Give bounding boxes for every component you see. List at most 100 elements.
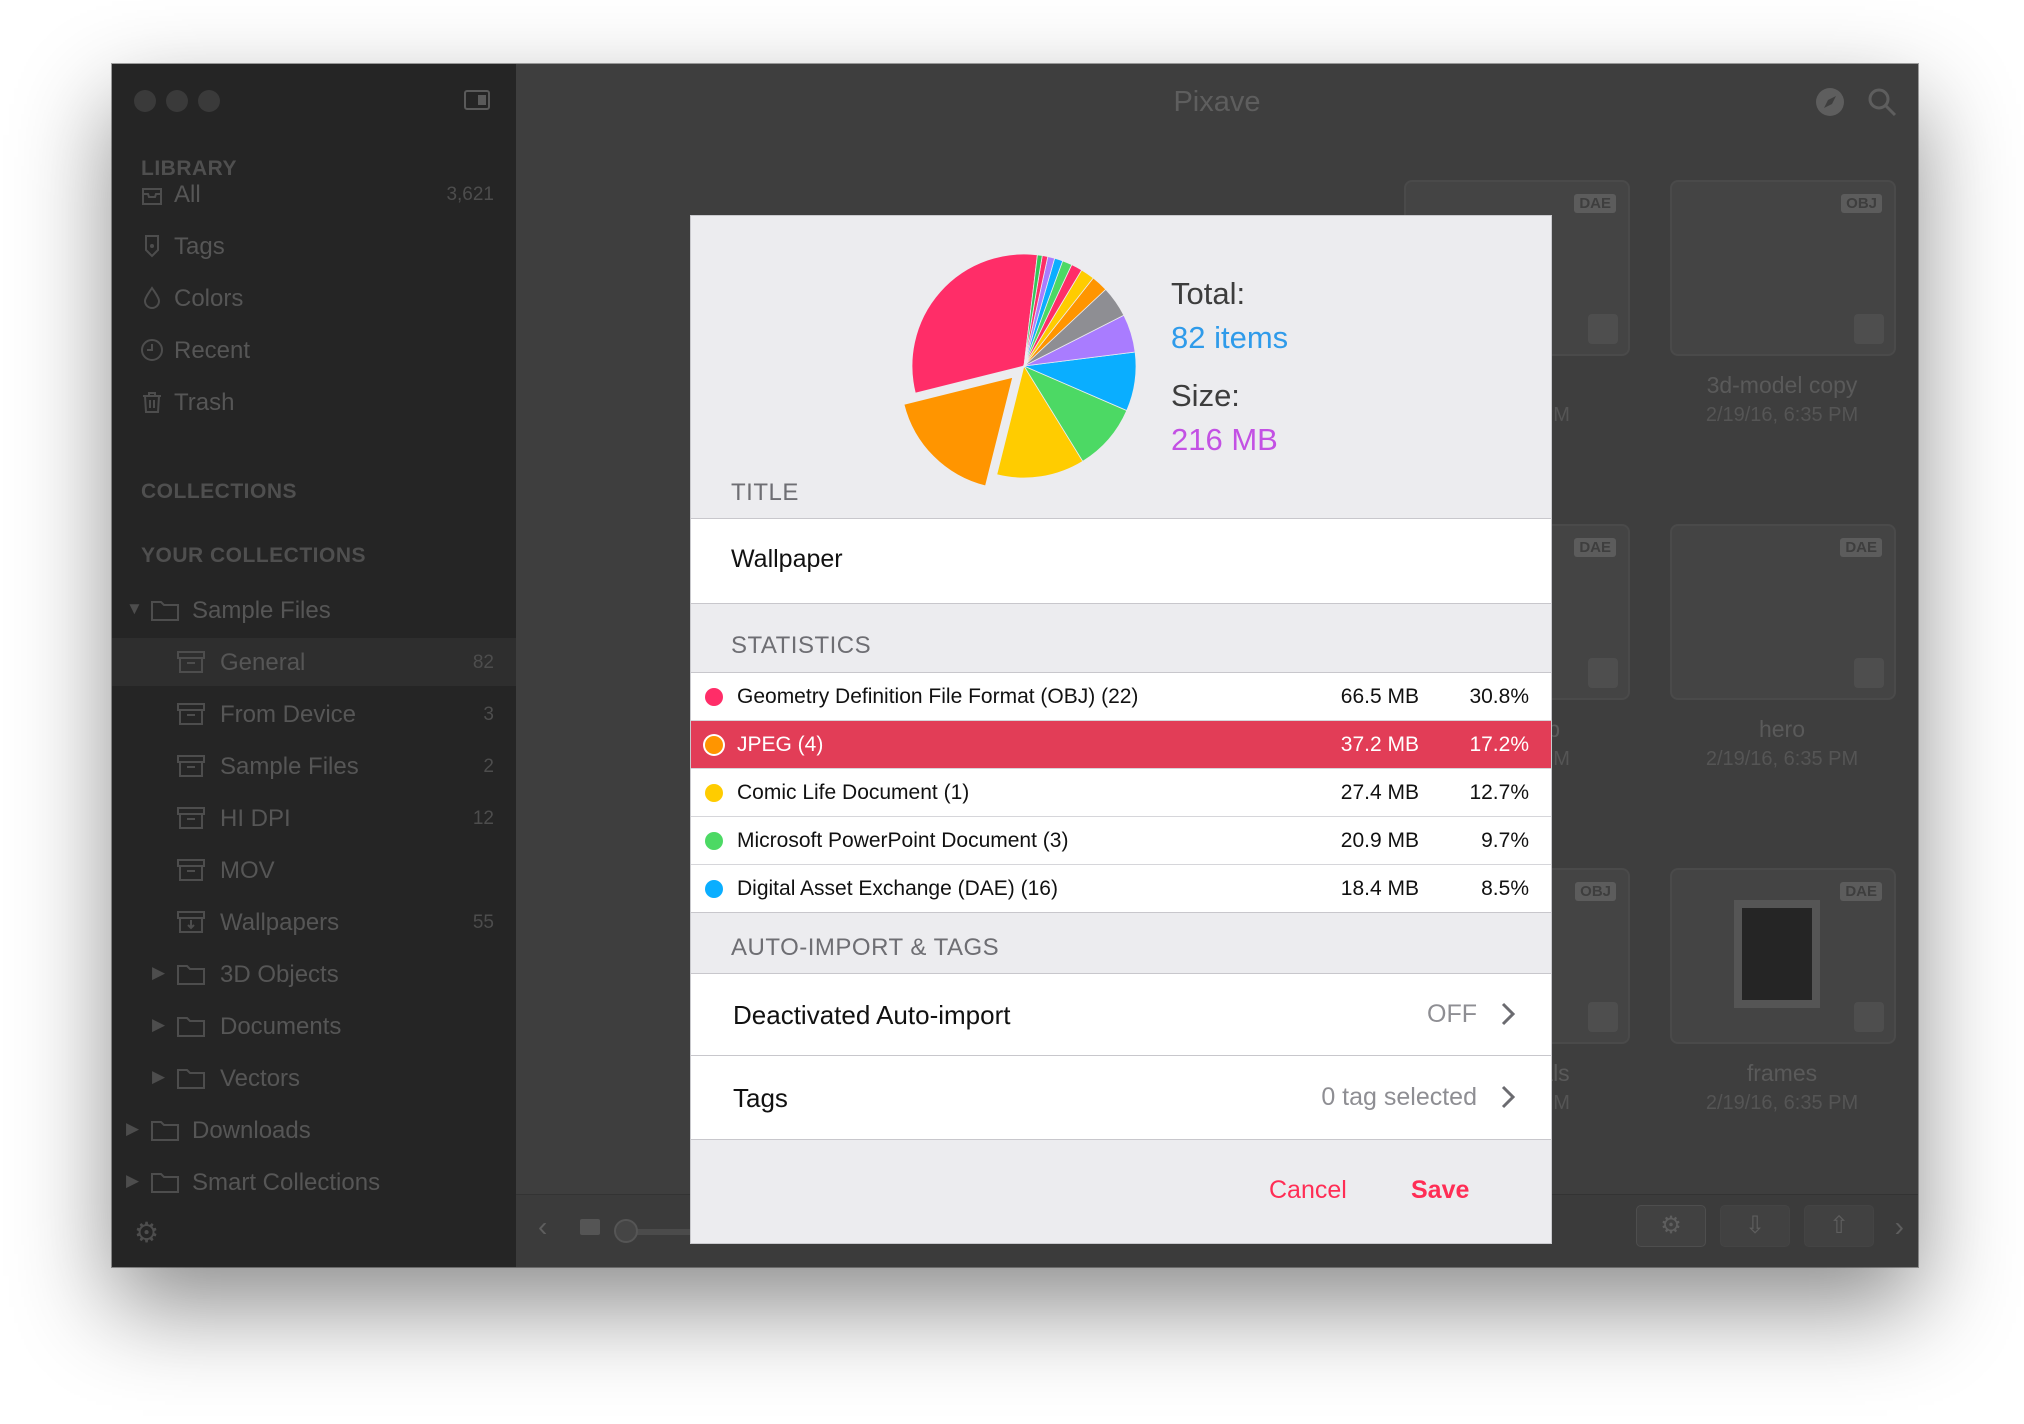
- sidebar-item-general[interactable]: General 82: [112, 638, 516, 686]
- statistic-percent: 9.7%: [1481, 829, 1529, 852]
- sidebar-item-mov[interactable]: MOV: [112, 846, 516, 894]
- grid-item-date: 2/19/16, 6:35 PM: [1705, 748, 1859, 770]
- sidebar-item-trash[interactable]: Trash: [112, 378, 516, 426]
- pie-slice: [903, 376, 1014, 486]
- disclosure-closed-icon[interactable]: ▶: [152, 1015, 165, 1035]
- sidebar-item-count: 82: [472, 652, 494, 673]
- disclosure-closed-icon[interactable]: ▶: [126, 1119, 139, 1139]
- sidebar-item-smart-collections[interactable]: ▶ Smart Collections: [112, 1158, 516, 1206]
- folder-icon: [177, 1069, 205, 1089]
- compass-icon[interactable]: [1814, 86, 1846, 118]
- file-type-badge: DAE: [1840, 882, 1882, 901]
- grid-item-name: hero: [1758, 716, 1806, 742]
- minimize-window-button[interactable]: [166, 90, 188, 112]
- sidebar-item-label: Recent: [174, 337, 251, 364]
- trash-icon[interactable]: [1588, 658, 1618, 688]
- statistics-row[interactable]: Comic Life Document (1) 27.4 MB 12.7%: [691, 769, 1551, 817]
- statistics-list: Geometry Definition File Format (OBJ) (2…: [691, 672, 1551, 913]
- sidebar-item-documents[interactable]: ▶ Documents: [112, 1002, 516, 1050]
- sidebar-item-all[interactable]: All 3,621: [112, 170, 516, 218]
- close-window-button[interactable]: [134, 90, 156, 112]
- title-section-header: TITLE: [731, 479, 799, 506]
- grid-item-thumbnail[interactable]: DAE: [1670, 524, 1896, 700]
- disclosure-open-icon[interactable]: ▼: [126, 599, 143, 619]
- sidebar-toggle-icon[interactable]: [464, 90, 490, 110]
- sidebar-item-wallpapers[interactable]: Wallpapers 55: [112, 898, 516, 946]
- grid-item-thumbnail[interactable]: DAE: [1670, 868, 1896, 1044]
- statistic-size: 37.2 MB: [1340, 733, 1419, 756]
- folder-icon: [177, 965, 205, 985]
- statistic-percent: 12.7%: [1469, 781, 1529, 804]
- auto-import-row[interactable]: Deactivated Auto-import OFF: [691, 974, 1551, 1056]
- disclosure-closed-icon[interactable]: ▶: [152, 963, 165, 983]
- chevron-right-icon: [1501, 1085, 1516, 1109]
- gear-icon[interactable]: ⚙: [134, 1216, 159, 1249]
- sidebar-item-count: 55: [472, 912, 494, 933]
- sidebar-item-hi-dpi[interactable]: HI DPI 12: [112, 794, 516, 842]
- chevron-right-icon: [1501, 1002, 1516, 1026]
- statistic-name: Digital Asset Exchange (DAE) (16): [737, 877, 1058, 900]
- sidebar-item-label: General: [220, 649, 306, 676]
- tags-label: Tags: [733, 1083, 788, 1113]
- statistics-row[interactable]: Microsoft PowerPoint Document (3) 20.9 M…: [691, 817, 1551, 865]
- statistics-row[interactable]: Digital Asset Exchange (DAE) (16) 18.4 M…: [691, 865, 1551, 913]
- trash-icon[interactable]: [1854, 1002, 1884, 1032]
- sidebar-item-count: 2: [483, 756, 494, 777]
- sidebar-item-label: MOV: [220, 857, 275, 884]
- search-icon[interactable]: [1866, 86, 1898, 118]
- file-type-badge: DAE: [1840, 538, 1882, 557]
- save-button[interactable]: Save: [1411, 1176, 1469, 1205]
- tags-value: 0 tag selected: [1321, 1083, 1477, 1111]
- sidebar-item-vectors[interactable]: ▶ Vectors: [112, 1054, 516, 1102]
- title-field[interactable]: Wallpaper: [691, 518, 1551, 604]
- folder-icon: [151, 1173, 179, 1193]
- disclosure-closed-icon[interactable]: ▶: [126, 1171, 139, 1191]
- gear-icon: ⚙: [1660, 1212, 1682, 1239]
- statistics-row-selected[interactable]: JPEG (4) 37.2 MB 17.2%: [691, 721, 1551, 769]
- settings-button[interactable]: ⚙: [1636, 1205, 1706, 1247]
- trash-icon[interactable]: [1588, 314, 1618, 344]
- your-collections-heading: YOUR COLLECTIONS: [141, 544, 367, 567]
- grid-item-name: frames: [1746, 1060, 1818, 1086]
- auto-import-section-header: AUTO-IMPORT & TAGS: [731, 934, 1000, 961]
- sidebar-item-downloads[interactable]: ▶ Downloads: [112, 1106, 516, 1154]
- auto-import-group: Deactivated Auto-import OFF Tags 0 tag s…: [691, 973, 1551, 1140]
- share-button[interactable]: ⇧: [1804, 1205, 1874, 1247]
- zoom-window-button[interactable]: [198, 90, 220, 112]
- sidebar-item-sample-files-child[interactable]: Sample Files 2: [112, 742, 516, 790]
- chevron-right-icon[interactable]: ›: [1895, 1211, 1904, 1243]
- sidebar-item-from-device[interactable]: From Device 3: [112, 690, 516, 738]
- sidebar-item-sample-files[interactable]: ▼ Sample Files: [112, 586, 516, 634]
- sidebar-item-recent[interactable]: Recent: [112, 326, 516, 374]
- sidebar-item-label: Trash: [174, 389, 235, 416]
- sidebar-item-label: Sample Files: [192, 597, 331, 624]
- sidebar-item-label: 3D Objects: [220, 961, 339, 988]
- disclosure-closed-icon[interactable]: ▶: [152, 1067, 165, 1087]
- statistics-row[interactable]: Geometry Definition File Format (OBJ) (2…: [691, 673, 1551, 721]
- folder-icon: [151, 601, 179, 621]
- archive-box-icon: [177, 859, 205, 881]
- sidebar-item-tags[interactable]: Tags: [112, 222, 516, 270]
- statistic-name: Comic Life Document (1): [737, 781, 970, 804]
- sidebar-item-3d-objects[interactable]: ▶ 3D Objects: [112, 950, 516, 998]
- statistic-size: 18.4 MB: [1340, 877, 1419, 900]
- sidebar-item-label: Colors: [174, 285, 244, 312]
- sidebar-item-colors[interactable]: Colors: [112, 274, 516, 322]
- frame-preview: [1734, 900, 1820, 1008]
- statistic-percent: 30.8%: [1469, 685, 1529, 708]
- file-type-badge: OBJ: [1575, 882, 1616, 901]
- file-type-badge: DAE: [1574, 194, 1616, 213]
- archive-box-icon: [177, 807, 205, 829]
- legend-dot: [705, 688, 723, 706]
- trash-icon[interactable]: [1588, 1002, 1618, 1032]
- cancel-button[interactable]: Cancel: [1269, 1176, 1347, 1205]
- archive-box-icon: [177, 703, 205, 725]
- tags-row[interactable]: Tags 0 tag selected: [691, 1057, 1551, 1139]
- sidebar-item-label: Sample Files: [220, 753, 359, 780]
- trash-icon[interactable]: [1854, 658, 1884, 688]
- title-value[interactable]: Wallpaper: [731, 545, 843, 574]
- trash-icon[interactable]: [1854, 314, 1884, 344]
- grid-item-thumbnail[interactable]: OBJ: [1670, 180, 1896, 356]
- sidebar-item-count: 3,621: [446, 184, 494, 205]
- import-button[interactable]: ⇩: [1720, 1205, 1790, 1247]
